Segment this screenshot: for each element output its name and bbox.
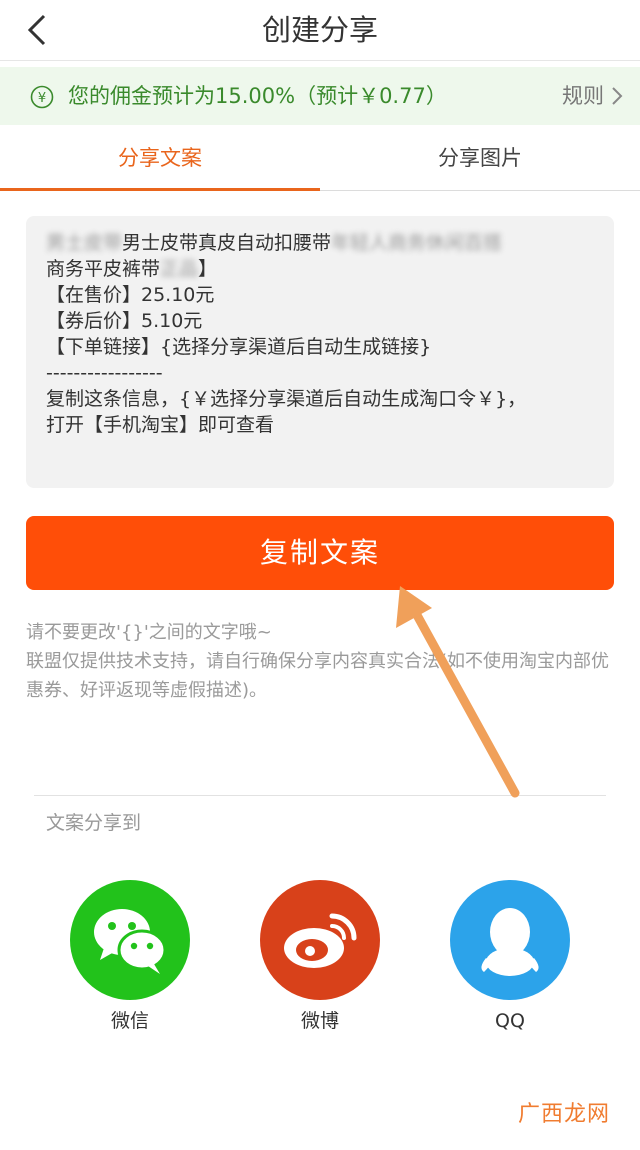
separator-line: ----------------- — [46, 362, 163, 384]
active-tab-indicator — [0, 188, 320, 191]
share-to-label: 文案分享到 — [46, 812, 142, 834]
share-text-card[interactable]: 男士皮带男士皮带真皮自动扣腰带年轻人商务休闲百搭 商务平皮裤带正品】 【在售价】… — [26, 216, 614, 488]
divider — [34, 795, 606, 796]
text-line-title-2: 商务平皮裤带正品】 — [46, 256, 594, 282]
page-title: 创建分享 — [261, 13, 378, 47]
note-line-1: 请不要更改'{}'之间的文字哦~ — [26, 622, 272, 643]
commission-banner: ¥ 您的佣金预计为15.00%（预计￥0.77） 规则 — [0, 67, 640, 125]
commission-text: 您的佣金预计为15.00%（预计￥0.77） — [68, 84, 447, 108]
copy-text-button[interactable]: 复制文案 — [26, 516, 614, 590]
order-link-line: 【下单链接】{选择分享渠道后自动生成链接} — [46, 336, 432, 358]
product-title-cont: 商务平皮裤带 — [46, 258, 161, 280]
blurred-text: 年轻人商务休闲百搭 — [331, 232, 503, 254]
chevron-right-icon — [612, 87, 623, 105]
wechat-icon — [70, 880, 190, 1000]
share-weibo-label: 微博 — [300, 1010, 339, 1032]
share-wechat-label: 微信 — [110, 1010, 149, 1032]
share-weibo-button[interactable]: 微博 — [260, 880, 380, 1034]
rules-link[interactable]: 规则 — [562, 81, 624, 111]
coupon-price-line: 【券后价】5.10元 — [46, 310, 203, 332]
copy-hint-line: 复制这条信息，{￥选择分享渠道后自动生成淘口令￥}， — [46, 388, 527, 410]
note-line-2: 联盟仅提供技术支持，请自行确保分享内容真实合法(如不使用淘宝内部优惠券、好评返现… — [26, 651, 610, 701]
bracket-close: 】 — [198, 258, 218, 280]
share-qq-button[interactable]: QQ — [450, 880, 570, 1034]
watermark: 广西龙网 — [517, 1102, 610, 1127]
tab-share-text[interactable]: 分享文案 — [0, 126, 320, 190]
blurred-text: 正品 — [160, 258, 199, 280]
notes: 请不要更改'{}'之间的文字哦~ 联盟仅提供技术支持，请自行确保分享内容真实合法… — [26, 618, 616, 705]
qq-icon — [450, 880, 570, 1000]
product-title-text: 男士皮带真皮自动扣腰带 — [122, 232, 332, 254]
header-bar: 创建分享 — [0, 0, 640, 61]
tab-share-image[interactable]: 分享图片 — [320, 126, 640, 190]
tab-bar: 分享文案 分享图片 — [0, 126, 640, 191]
rules-label: 规则 — [562, 84, 604, 108]
weibo-icon — [260, 880, 380, 1000]
share-qq-label: QQ — [495, 1010, 525, 1032]
svg-text:¥: ¥ — [38, 91, 46, 106]
open-hint-line: 打开【手机淘宝】即可查看 — [46, 414, 275, 436]
blurred-text: 男士皮带 — [46, 232, 123, 254]
text-line-title: 男士皮带男士皮带真皮自动扣腰带年轻人商务休闲百搭 — [46, 230, 594, 256]
price-line: 【在售价】25.10元 — [46, 284, 215, 306]
share-wechat-button[interactable]: 微信 — [70, 880, 190, 1034]
yen-circle-icon: ¥ — [30, 85, 54, 109]
